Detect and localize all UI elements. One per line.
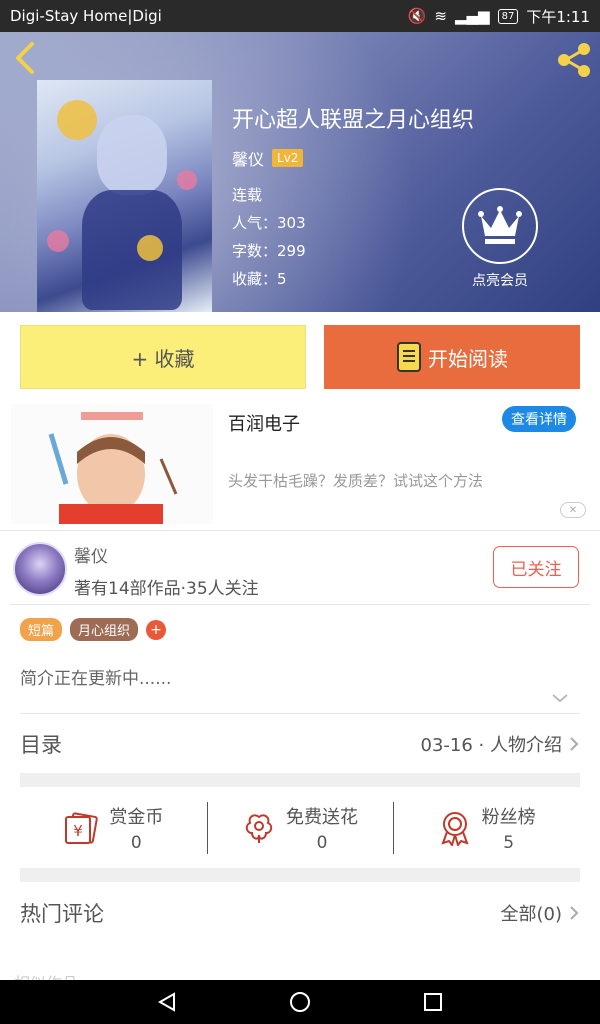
system-nav-bar [0, 980, 600, 1024]
book-word-count: 字数：299 [232, 242, 306, 260]
status-icons: 🔇 ≋ ▂▄▆ 87 下午1:11 [408, 6, 590, 27]
square-recents-icon [424, 993, 443, 1011]
author-stats: 著有14部作品·35人关注 [74, 579, 259, 599]
triangle-back-icon [157, 992, 175, 1012]
reward-bar: ¥ 赏金币 0 免费送花 0 粉丝榜 5 [20, 798, 580, 858]
add-favorite-button[interactable]: + 收藏 [20, 325, 306, 389]
reward-label: 免费送花 [286, 807, 358, 828]
hot-comments-row[interactable]: 热门评论 全部(0) [20, 883, 580, 943]
reward-value: 0 [316, 833, 328, 853]
all-comments-count: 全部(0) [500, 904, 563, 925]
tag-moon-org[interactable]: 月心组织 [70, 618, 139, 641]
share-icon [558, 43, 590, 77]
nav-recents-button[interactable] [418, 987, 448, 1017]
author-name[interactable]: 馨仪 [232, 146, 264, 170]
directory-title: 目录 [20, 733, 62, 757]
coin-reward-icon: ¥ [65, 812, 99, 844]
book-cover-image[interactable] [37, 80, 212, 312]
wifi-icon: ≋ [434, 7, 447, 25]
mute-icon: 🔇 [407, 7, 427, 25]
medal-icon [441, 812, 469, 846]
battery-icon: 87 [497, 8, 519, 24]
back-button[interactable] [10, 40, 42, 76]
directory-row[interactable]: 目录 03-16 · 人物介绍 [20, 714, 580, 774]
tag-list: 短篇 月心组织 + [20, 618, 167, 641]
reward-value: 5 [503, 833, 515, 853]
start-reading-label: 开始阅读 [428, 346, 508, 371]
nav-home-button[interactable] [285, 987, 315, 1017]
author-avatar[interactable] [13, 542, 67, 596]
chevron-right-icon [570, 737, 579, 751]
author-section-name[interactable]: 馨仪 [74, 542, 108, 567]
book-header: 开心超人联盟之月心组织 馨仪 Lv2 连载 人气：303 字数：299 收藏：5… [0, 32, 600, 312]
back-arrow-icon [16, 42, 34, 74]
chevron-down-icon [552, 694, 568, 703]
action-buttons: + 收藏 开始阅读 [20, 325, 580, 389]
fan-ranking-button[interactable]: 粉丝榜 5 [393, 798, 580, 858]
book-status: 连载 [232, 186, 263, 204]
book-intro: 简介正在更新中...... [20, 669, 172, 689]
crown-icon [478, 206, 522, 244]
chevron-right-icon [570, 906, 579, 920]
nav-back-button[interactable] [152, 987, 182, 1017]
status-bar: Digi-Stay Home|Digi 🔇 ≋ ▂▄▆ 87 下午1:11 [0, 0, 600, 32]
flower-icon [245, 814, 273, 843]
ad-close-button[interactable]: ✕ [560, 502, 586, 518]
expand-intro-button[interactable] [550, 690, 570, 704]
book-favorites: 收藏：5 [232, 270, 287, 288]
latest-chapter: 03-16 · 人物介绍 [420, 735, 562, 756]
section-separator [20, 773, 580, 787]
reward-value: 0 [130, 833, 142, 853]
tag-short-story[interactable]: 短篇 [20, 618, 63, 641]
section-divider [10, 604, 590, 605]
ad-image[interactable] [11, 404, 213, 524]
reward-coins-button[interactable]: ¥ 赏金币 0 [20, 798, 207, 858]
reward-label: 赏金币 [109, 807, 164, 828]
add-tag-button[interactable]: + [146, 619, 167, 640]
share-button[interactable] [554, 40, 594, 80]
svg-text:¥: ¥ [74, 822, 84, 840]
section-divider [0, 530, 600, 531]
ad-description[interactable]: 头发干枯毛躁？发质差？试试这个方法 [228, 470, 483, 491]
free-flower-button[interactable]: 免费送花 0 [206, 798, 394, 858]
ad-banner[interactable]: 百润电子 查看详情 头发干枯毛躁？发质差？试试这个方法 ✕ [0, 402, 600, 524]
signal-icon: ▂▄▆ [454, 7, 490, 25]
ad-title[interactable]: 百润电子 [228, 410, 300, 436]
reward-label: 粉丝榜 [481, 807, 536, 828]
book-icon [397, 342, 421, 372]
status-time: 下午1:11 [526, 7, 590, 26]
circle-home-icon [289, 992, 310, 1012]
author-row: 馨仪 Lv2 [232, 146, 304, 170]
ad-details-button[interactable]: 查看详情 [502, 406, 576, 432]
section-separator [20, 868, 580, 882]
book-title: 开心超人联盟之月心组织 [232, 108, 475, 133]
follow-button[interactable]: 已关注 [493, 546, 579, 588]
vip-membership-button[interactable]: 点亮会员 [458, 188, 542, 290]
level-badge: Lv2 [272, 149, 304, 167]
book-popularity: 人气：303 [232, 214, 306, 232]
hot-comments-title: 热门评论 [20, 902, 104, 926]
start-reading-button[interactable]: 开始阅读 [324, 325, 580, 389]
vip-label: 点亮会员 [472, 273, 528, 289]
status-app-text: Digi-Stay Home|Digi [10, 7, 162, 25]
